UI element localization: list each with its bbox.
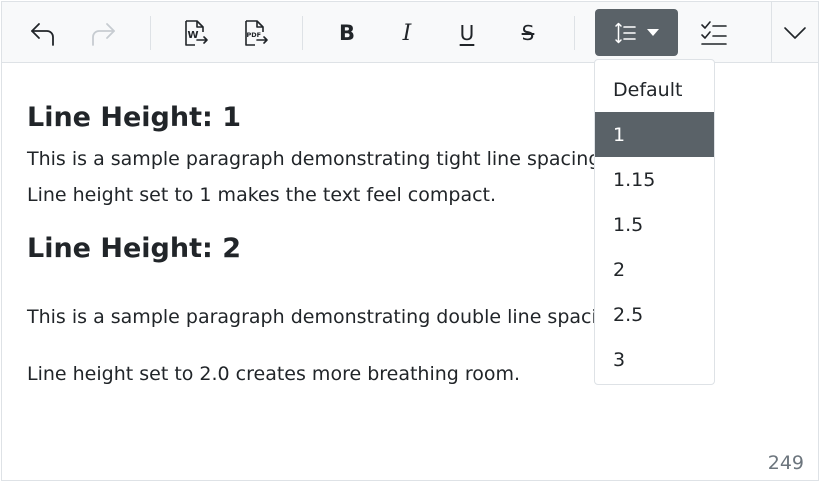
line-height-option-2[interactable]: 2 <box>595 247 714 292</box>
heading-line-height-2: Line Height: 2 <box>27 233 241 264</box>
caret-down-icon <box>647 29 659 36</box>
italic-button[interactable]: I <box>384 10 430 56</box>
italic-icon: I <box>402 20 412 46</box>
toolbar-separator <box>150 16 151 50</box>
svg-text:PDF: PDF <box>247 31 262 39</box>
paragraph-line: Line height set to 2.0 creates more brea… <box>27 363 521 385</box>
toolbar-separator <box>574 16 575 50</box>
editor-toolbar: W PDF B I U S <box>2 2 818 63</box>
chevron-down-icon <box>784 27 806 39</box>
line-height-option-3[interactable]: 3 <box>595 337 714 382</box>
line-height-button[interactable] <box>595 9 678 56</box>
checklist-button[interactable] <box>691 10 737 56</box>
export-pdf-button[interactable]: PDF <box>232 10 278 56</box>
line-height-option-default[interactable]: Default <box>595 67 714 112</box>
character-count: 249 <box>767 452 804 474</box>
line-height-option-2-5[interactable]: 2.5 <box>595 292 714 337</box>
paragraph-line: This is a sample paragraph demonstrating… <box>27 148 607 170</box>
undo-button[interactable] <box>20 10 66 56</box>
line-height-icon <box>615 22 636 43</box>
paragraph-line: Line height set to 1 makes the text feel… <box>27 184 497 206</box>
line-height-option-1-15[interactable]: 1.15 <box>595 157 714 202</box>
export-word-button[interactable]: W <box>172 10 218 56</box>
checklist-icon <box>701 21 727 45</box>
underline-icon: U <box>459 21 475 45</box>
heading-line-height-1: Line Height: 1 <box>27 102 241 133</box>
toolbar-separator <box>302 16 303 50</box>
line-height-dropdown: Default 1 1.15 1.5 2 2.5 3 <box>594 59 715 385</box>
bold-button[interactable]: B <box>324 10 370 56</box>
redo-icon <box>92 23 115 46</box>
line-height-option-1-5[interactable]: 1.5 <box>595 202 714 247</box>
undo-icon <box>31 23 54 46</box>
more-tools-button[interactable] <box>772 10 818 56</box>
redo-button[interactable] <box>80 10 126 56</box>
strikethrough-icon: S <box>521 21 535 45</box>
paragraph-line: This is a sample paragraph demonstrating… <box>27 306 627 328</box>
bold-icon: B <box>338 21 355 45</box>
strikethrough-button[interactable]: S <box>505 10 551 56</box>
word-export-icon: W <box>185 20 208 46</box>
underline-button[interactable]: U <box>444 10 490 56</box>
pdf-export-icon: PDF <box>245 20 268 46</box>
line-height-option-1[interactable]: 1 <box>595 112 714 157</box>
